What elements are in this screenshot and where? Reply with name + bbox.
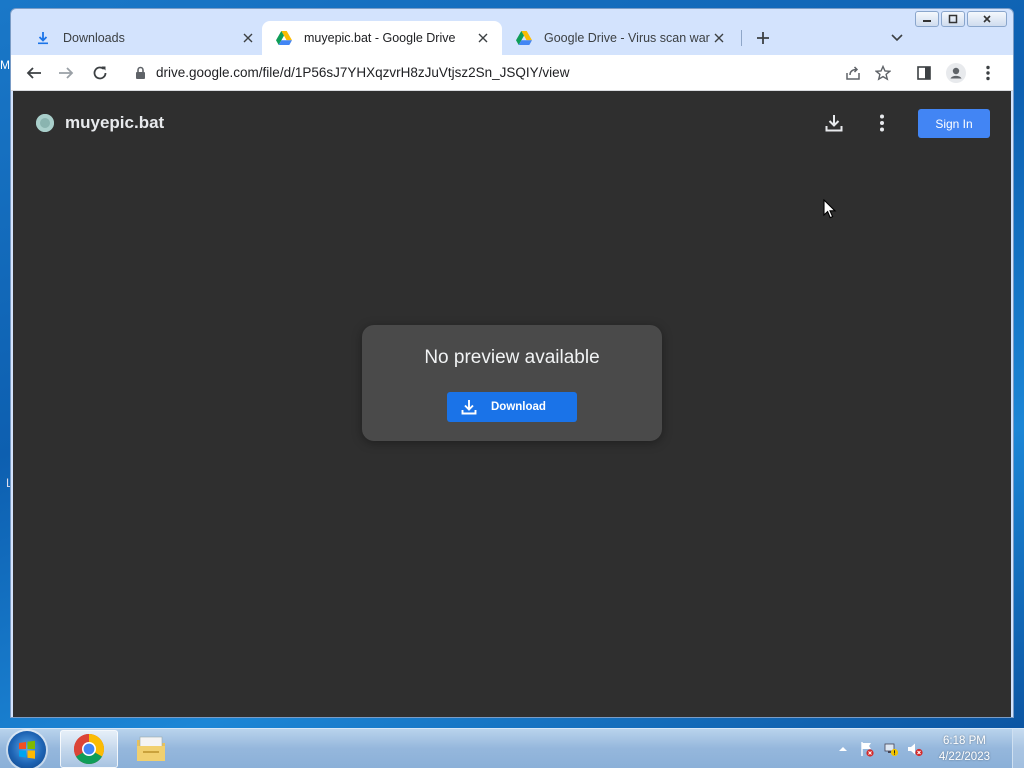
volume-muted-icon[interactable] bbox=[905, 739, 925, 759]
download-icon bbox=[459, 397, 479, 417]
taskbar-file-explorer[interactable] bbox=[122, 730, 180, 768]
drive-file-viewer: muyepic.bat Sign In No preview available… bbox=[13, 91, 1011, 717]
tab-search-button[interactable] bbox=[885, 26, 909, 50]
folder-icon bbox=[137, 736, 165, 761]
lock-icon[interactable] bbox=[133, 65, 147, 81]
tab-title: muyepic.bat - Google Drive bbox=[304, 31, 456, 45]
more-vert-icon bbox=[880, 114, 884, 132]
new-tab-button[interactable] bbox=[751, 26, 775, 50]
tab-title: Google Drive - Virus scan warnin bbox=[544, 31, 710, 45]
desktop-icon-label-fragment: M bbox=[0, 58, 10, 72]
download-icon bbox=[825, 115, 843, 132]
share-icon[interactable] bbox=[841, 61, 865, 85]
address-bar[interactable]: drive.google.com/file/d/1P56sJ7YHXqzvrH8… bbox=[123, 59, 893, 87]
system-tray: 6:18 PM 4/22/2023 bbox=[833, 729, 1024, 768]
sign-in-button[interactable]: Sign In bbox=[918, 109, 990, 138]
chrome-window: Downloads muyepic.bat - Google Drive Goo… bbox=[10, 8, 1014, 718]
no-preview-card: No preview available Download bbox=[362, 325, 662, 441]
no-preview-message: No preview available bbox=[424, 347, 600, 368]
tab-separator bbox=[741, 30, 742, 46]
mouse-cursor-icon bbox=[823, 199, 837, 219]
download-file-button[interactable]: Download bbox=[447, 392, 577, 422]
bookmark-star-icon[interactable] bbox=[871, 61, 895, 85]
url-text[interactable]: drive.google.com/file/d/1P56sJ7YHXqzvrH8… bbox=[156, 65, 569, 80]
download-icon bbox=[35, 30, 51, 46]
avatar-icon bbox=[946, 63, 966, 83]
chrome-icon bbox=[73, 734, 105, 765]
forward-button[interactable] bbox=[53, 60, 79, 86]
taskbar: 6:18 PM 4/22/2023 bbox=[0, 728, 1024, 768]
show-hidden-icons-icon[interactable] bbox=[833, 739, 853, 759]
clock-time: 6:18 PM bbox=[943, 735, 986, 747]
taskbar-chrome[interactable] bbox=[60, 730, 118, 768]
more-actions-button[interactable] bbox=[870, 111, 894, 135]
google-drive-icon bbox=[516, 30, 532, 46]
back-button[interactable] bbox=[21, 60, 47, 86]
reload-icon bbox=[93, 66, 107, 80]
close-tab-icon[interactable] bbox=[239, 29, 257, 47]
show-desktop-button[interactable] bbox=[1012, 729, 1024, 768]
browser-toolbar: drive.google.com/file/d/1P56sJ7YHXqzvrH8… bbox=[11, 55, 1013, 91]
download-button-label: Download bbox=[491, 401, 546, 413]
taskbar-clock[interactable]: 6:18 PM 4/22/2023 bbox=[939, 733, 990, 765]
clock-date: 4/22/2023 bbox=[938, 751, 990, 763]
action-center-flag-icon[interactable] bbox=[857, 739, 877, 759]
file-type-icon bbox=[36, 114, 54, 132]
start-button[interactable] bbox=[8, 731, 46, 768]
arrow-right-icon bbox=[59, 67, 74, 79]
network-icon[interactable] bbox=[881, 739, 901, 759]
windows-logo-icon bbox=[19, 740, 35, 759]
plus-icon bbox=[757, 32, 769, 44]
more-vert-icon bbox=[986, 65, 990, 81]
side-panel-icon bbox=[917, 66, 931, 80]
file-name: muyepic.bat bbox=[65, 113, 165, 132]
close-tab-icon[interactable] bbox=[710, 29, 728, 47]
tab-muyepic-drive[interactable]: muyepic.bat - Google Drive bbox=[262, 21, 502, 55]
tab-title: Downloads bbox=[63, 31, 125, 45]
profile-button[interactable] bbox=[943, 60, 969, 86]
chevron-down-icon bbox=[891, 34, 903, 42]
chrome-menu-button[interactable] bbox=[975, 60, 1001, 86]
close-tab-icon[interactable] bbox=[474, 29, 492, 47]
arrow-left-icon bbox=[26, 67, 41, 79]
reload-button[interactable] bbox=[87, 60, 113, 86]
tab-virus-scan-warning[interactable]: Google Drive - Virus scan warnin bbox=[502, 21, 738, 55]
download-button[interactable] bbox=[822, 111, 846, 135]
tab-strip: Downloads muyepic.bat - Google Drive Goo… bbox=[11, 21, 1013, 55]
tab-downloads[interactable]: Downloads bbox=[21, 21, 267, 55]
side-panel-button[interactable] bbox=[911, 60, 937, 86]
google-drive-icon bbox=[276, 30, 292, 46]
